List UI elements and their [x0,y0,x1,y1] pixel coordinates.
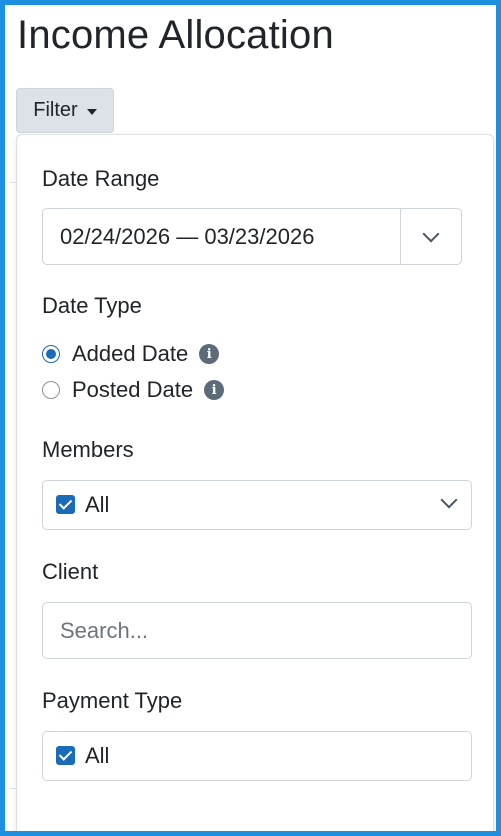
date-range-divider [400,209,401,264]
radio-label: Added Date [72,341,189,366]
client-label: Client [42,559,99,584]
members-label: Members [42,437,134,462]
date-range-value: 02/24/2026 — 03/23/2026 [60,224,315,249]
info-icon[interactable]: i [199,344,220,364]
radio-added-date[interactable]: Added Date i [42,341,220,367]
payment-type-all-checkbox[interactable] [56,746,75,765]
chevron-down-icon[interactable] [440,491,458,509]
radio-button-checked[interactable] [42,345,60,363]
info-icon[interactable]: i [204,380,225,400]
filter-dropdown-panel: Date Range 02/24/2026 — 03/23/2026 Date … [16,134,494,831]
members-all-checkbox[interactable] [56,495,75,514]
payment-type-select[interactable]: All [42,731,472,781]
radio-posted-date[interactable]: Posted Date i [42,377,225,403]
filter-button[interactable]: Filter [16,88,114,133]
page-title: Income Allocation [17,13,334,57]
filter-button-label: Filter [33,99,78,121]
app-frame: Income Allocation Filter Date Range 02/2… [0,0,501,836]
caret-down-icon [86,108,97,115]
radio-label: Posted Date [72,377,194,402]
payment-type-select-value: All [85,743,110,768]
chevron-down-icon[interactable] [422,225,440,243]
date-range-label: Date Range [42,166,160,191]
members-select-value: All [85,492,110,517]
date-type-label: Date Type [42,293,142,318]
members-select[interactable]: All [42,480,472,530]
client-search-input[interactable] [42,602,472,659]
date-range-picker[interactable]: 02/24/2026 — 03/23/2026 [42,208,462,265]
payment-type-label: Payment Type [42,688,183,713]
radio-button[interactable] [42,381,60,399]
